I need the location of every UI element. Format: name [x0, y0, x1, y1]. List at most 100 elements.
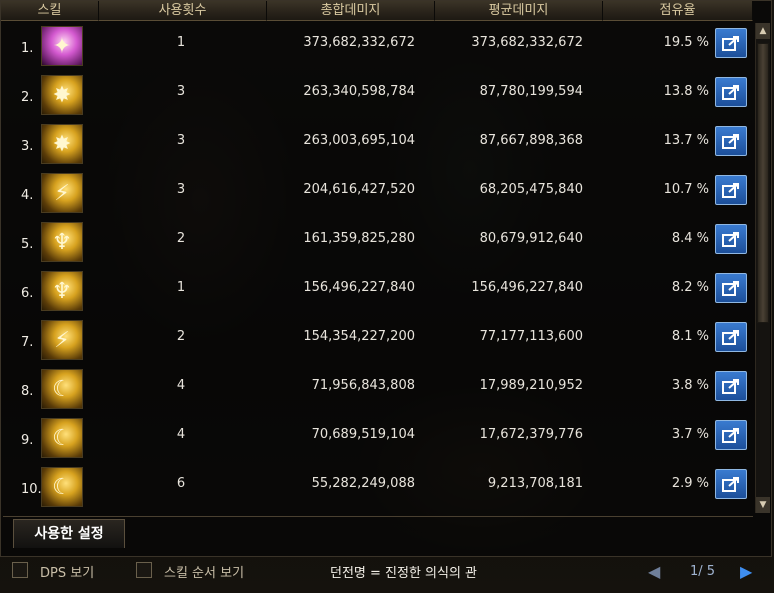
- table-row: 9. ☾ 4 70,689,519,104 17,672,379,776 3.7…: [1, 415, 753, 459]
- dps-view-checkbox[interactable]: [12, 562, 28, 578]
- gold-slash-skill-icon: ⚡: [41, 320, 83, 360]
- total-damage: 263,340,598,784: [303, 84, 415, 99]
- gold-slash-skill-icon: ⚡: [41, 173, 83, 213]
- header-total-damage: 총합데미지: [267, 1, 435, 21]
- tab-used-settings[interactable]: 사용한 설정: [13, 519, 125, 548]
- gold-dragon-skill-icon: ♆: [41, 222, 83, 262]
- total-damage: 156,496,227,840: [303, 280, 415, 295]
- scroll-thumb[interactable]: [757, 43, 769, 323]
- rank: 5.: [21, 237, 34, 252]
- table-row: 8. ☾ 4 71,956,843,808 17,989,210,952 3.8…: [1, 366, 753, 410]
- export-icon: [722, 477, 739, 492]
- dps-view-label: DPS 보기: [40, 566, 95, 581]
- total-damage: 161,359,825,280: [303, 231, 415, 246]
- settings-tabbar: 사용한 설정: [3, 516, 753, 550]
- share-percent: 3.8 %: [671, 378, 709, 393]
- header-uses: 사용횟수: [99, 1, 267, 21]
- uses-count: 3: [176, 182, 186, 197]
- avg-damage: 156,496,227,840: [471, 280, 583, 295]
- table-row: 10. ☾ 6 55,282,249,088 9,213,708,181 2.9…: [1, 464, 753, 508]
- header-skill: 스킬: [1, 1, 99, 21]
- export-icon: [722, 232, 739, 247]
- export-icon: [722, 330, 739, 345]
- total-damage: 70,689,519,104: [311, 427, 415, 442]
- table-row: 2. ✸ 3 263,340,598,784 87,780,199,594 13…: [1, 72, 753, 116]
- skill-order-view-checkbox[interactable]: [136, 562, 152, 578]
- avg-damage: 87,780,199,594: [479, 84, 583, 99]
- damage-stats-panel: 스킬 사용횟수 총합데미지 평균데미지 점유율 1. ✦ 1 373,682,3…: [0, 0, 772, 557]
- export-icon: [722, 183, 739, 198]
- pink-slash-skill-icon: ✦: [41, 26, 83, 66]
- dungeon-name: 던전명 = 진정한 의식의 관: [330, 566, 478, 581]
- header-avg-damage: 평균데미지: [435, 1, 603, 21]
- uses-count: 1: [176, 280, 186, 295]
- avg-damage: 373,682,332,672: [471, 35, 583, 50]
- vertical-scrollbar[interactable]: ▲ ▼: [755, 23, 770, 513]
- share-percent: 19.5 %: [663, 35, 709, 50]
- gold-burst-skill-icon: ✸: [41, 75, 83, 115]
- share-button[interactable]: [715, 28, 747, 58]
- share-button[interactable]: [715, 371, 747, 401]
- next-page-arrow-icon[interactable]: ▶: [740, 562, 762, 581]
- share-percent: 10.7 %: [663, 182, 709, 197]
- share-percent: 3.7 %: [671, 427, 709, 442]
- rank: 2.: [21, 90, 34, 105]
- gold-claw-skill-icon: ☾: [41, 369, 83, 409]
- bottom-bar: DPS 보기 스킬 순서 보기 던전명 = 진정한 의식의 관 ◀ 1/ 5 ▶: [0, 556, 774, 593]
- share-percent: 8.2 %: [671, 280, 709, 295]
- table-header: 스킬 사용횟수 총합데미지 평균데미지 점유율: [1, 1, 753, 21]
- scroll-up-arrow-icon[interactable]: ▲: [756, 23, 770, 39]
- rank: 4.: [21, 188, 34, 203]
- share-button[interactable]: [715, 273, 747, 303]
- avg-damage: 68,205,475,840: [479, 182, 583, 197]
- share-button[interactable]: [715, 175, 747, 205]
- uses-count: 3: [176, 133, 186, 148]
- gold-burst-skill-icon: ✸: [41, 124, 83, 164]
- gold-claw-skill-icon: ☾: [41, 467, 83, 507]
- table-row: 7. ⚡ 2 154,354,227,200 77,177,113,600 8.…: [1, 317, 753, 361]
- header-share: 점유율: [603, 1, 753, 21]
- avg-damage: 77,177,113,600: [479, 329, 583, 344]
- share-button[interactable]: [715, 469, 747, 499]
- table-row: 4. ⚡ 3 204,616,427,520 68,205,475,840 10…: [1, 170, 753, 214]
- skill-order-view-label: 스킬 순서 보기: [164, 566, 245, 581]
- rank: 3.: [21, 139, 34, 154]
- share-percent: 13.8 %: [663, 84, 709, 99]
- rank: 1.: [21, 41, 34, 56]
- share-button[interactable]: [715, 77, 747, 107]
- uses-count: 4: [176, 427, 186, 442]
- total-damage: 154,354,227,200: [303, 329, 415, 344]
- uses-count: 2: [176, 329, 186, 344]
- share-percent: 8.4 %: [671, 231, 709, 246]
- uses-count: 1: [176, 35, 186, 50]
- total-damage: 204,616,427,520: [303, 182, 415, 197]
- share-button[interactable]: [715, 322, 747, 352]
- share-percent: 2.9 %: [671, 476, 709, 491]
- rank: 8.: [21, 384, 34, 399]
- prev-page-arrow-icon[interactable]: ◀: [648, 562, 668, 581]
- avg-damage: 87,667,898,368: [479, 133, 583, 148]
- rank: 6.: [21, 286, 34, 301]
- share-percent: 13.7 %: [663, 133, 709, 148]
- export-icon: [722, 379, 739, 394]
- table-row: 6. ♆ 1 156,496,227,840 156,496,227,840 8…: [1, 268, 753, 312]
- export-icon: [722, 36, 739, 51]
- share-button[interactable]: [715, 224, 747, 254]
- table-row: 1. ✦ 1 373,682,332,672 373,682,332,672 1…: [1, 23, 753, 67]
- total-damage: 373,682,332,672: [303, 35, 415, 50]
- rank: 7.: [21, 335, 34, 350]
- avg-damage: 80,679,912,640: [479, 231, 583, 246]
- rank: 10.: [21, 482, 42, 497]
- scroll-down-arrow-icon[interactable]: ▼: [756, 497, 770, 513]
- page-indicator: 1/ 5: [690, 564, 716, 579]
- avg-damage: 17,672,379,776: [479, 427, 583, 442]
- table-row: 3. ✸ 3 263,003,695,104 87,667,898,368 13…: [1, 121, 753, 165]
- export-icon: [722, 428, 739, 443]
- export-icon: [722, 85, 739, 100]
- share-button[interactable]: [715, 126, 747, 156]
- share-button[interactable]: [715, 420, 747, 450]
- avg-damage: 9,213,708,181: [487, 476, 583, 491]
- export-icon: [722, 281, 739, 296]
- share-percent: 8.1 %: [671, 329, 709, 344]
- total-damage: 71,956,843,808: [311, 378, 415, 393]
